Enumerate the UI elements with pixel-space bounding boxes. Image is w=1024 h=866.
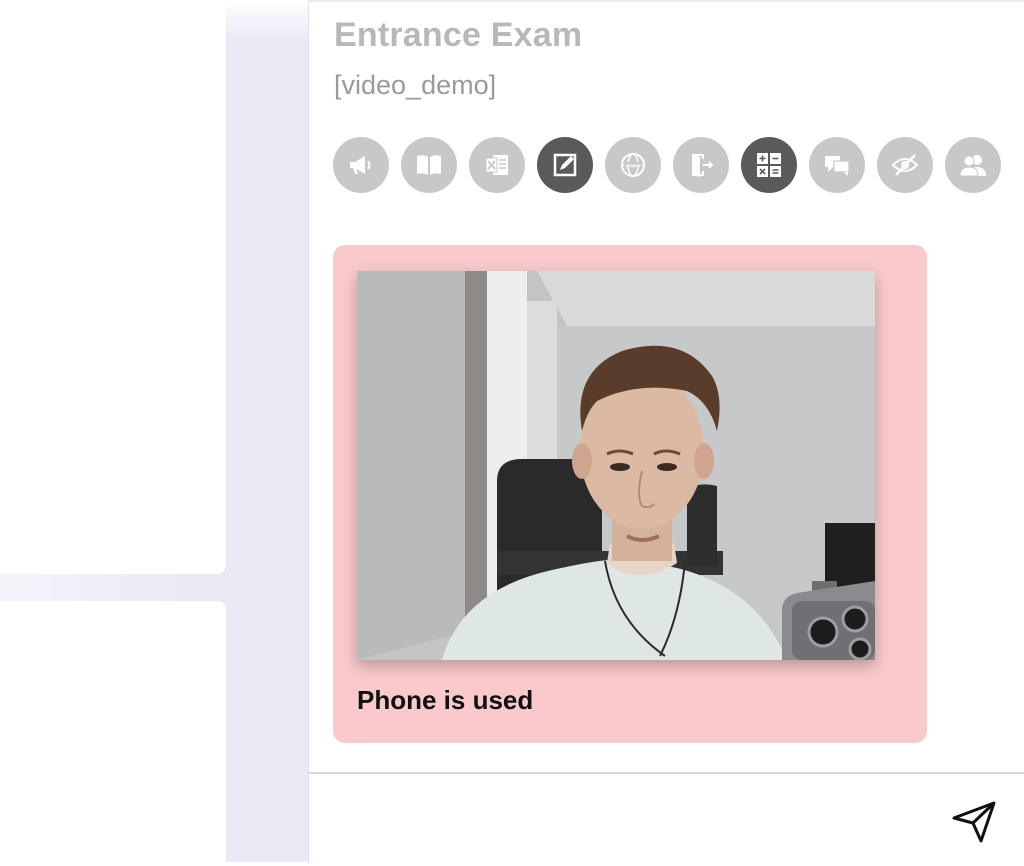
web-icon: www <box>621 153 645 177</box>
web-button[interactable]: www <box>605 137 661 193</box>
webcam-snapshot[interactable] <box>357 271 875 660</box>
chat-button[interactable] <box>809 137 865 193</box>
edit-button[interactable] <box>537 137 593 193</box>
alert-caption: Phone is used <box>357 685 534 715</box>
exit-icon <box>692 154 714 177</box>
left-card-bottom <box>0 601 226 862</box>
eye-slash-icon <box>891 154 919 176</box>
edit-icon <box>553 153 577 177</box>
left-card-top <box>0 0 226 574</box>
book-icon <box>417 155 441 175</box>
calculator-icon <box>757 153 781 177</box>
violation-alert: Phone is used <box>333 245 927 743</box>
message-composer[interactable] <box>309 772 1024 866</box>
book-button[interactable] <box>401 137 457 193</box>
megaphone-button[interactable] <box>333 137 389 193</box>
megaphone-icon <box>350 156 371 174</box>
users-icon <box>959 155 986 177</box>
toolbar: www <box>333 137 1001 193</box>
calculator-button[interactable] <box>741 137 797 193</box>
webcam-image <box>357 271 875 660</box>
users-button[interactable] <box>945 137 1001 193</box>
page-title: Entrance Exam <box>334 16 583 54</box>
svg-text:www: www <box>625 164 640 170</box>
left-panel-fade <box>226 0 308 40</box>
page-subtitle: [video_demo] <box>334 70 497 100</box>
spreadsheet-icon <box>485 155 508 175</box>
exit-button[interactable] <box>673 137 729 193</box>
eye-slash-button[interactable] <box>877 137 933 193</box>
spreadsheet-button[interactable] <box>469 137 525 193</box>
left-divider <box>0 574 308 602</box>
chat-icon <box>825 156 850 176</box>
send-icon[interactable] <box>951 798 997 844</box>
main-panel: Entrance Exam [video_demo] www Phone is … <box>308 0 1024 866</box>
